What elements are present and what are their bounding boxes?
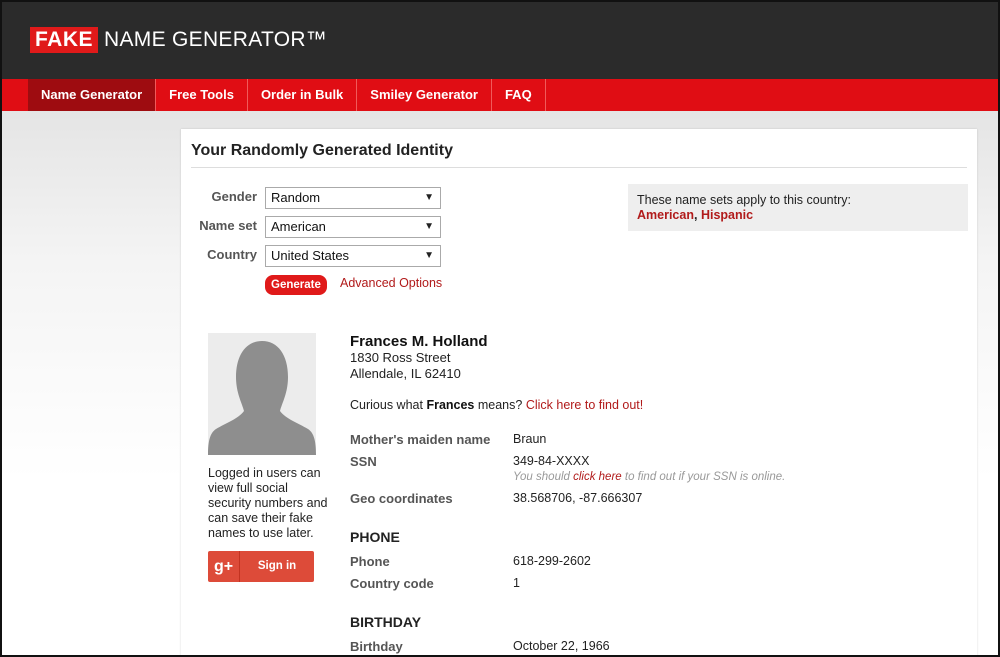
nameset-links: American, Hispanic [637,208,959,222]
country-code-label: Country code [350,576,434,591]
curious-prefix: Curious what [350,398,427,412]
nav-item-name-generator[interactable]: Name Generator [28,79,157,111]
phone-label: Phone [350,554,390,569]
content-panel: Your Randomly Generated Identity Gender … [181,129,977,657]
country-select-value: United States [271,248,350,263]
ssn-label: SSN [350,454,377,469]
nameset-separator: , [693,208,701,222]
phone-value: 618-299-2602 [513,554,591,568]
birthday-label: Birthday [350,639,403,654]
address-city: Allendale, IL 62410 [350,366,461,381]
nameset-select-value: American [271,219,326,234]
country-label: Country [207,247,257,262]
title-divider [191,167,967,168]
chevron-down-icon: ▼ [424,192,434,203]
identity-details: Frances M. Holland 1830 Ross Street Alle… [350,333,950,654]
geo-coordinates-link[interactable]: 38.568706, -87.666307 [513,491,642,505]
nav-item-order-in-bulk[interactable]: Order in Bulk [248,79,358,111]
ssn-note-prefix: You should [513,471,574,483]
name-meaning-line: Curious what Frances means? Click here t… [350,398,643,412]
ssn-value: 349-84-XXXX [513,454,590,468]
signin-label: Sign in [257,560,297,572]
page-title: Your Randomly Generated Identity [191,142,453,159]
nameset-link-hispanic[interactable]: Hispanic [701,208,753,222]
geo-label: Geo coordinates [350,491,453,506]
ssn-note-suffix: to find out if your SSN is online. [621,471,786,483]
identity-name: Frances M. Holland [350,333,488,350]
chevron-down-icon: ▼ [424,250,434,261]
country-code-value: 1 [513,576,520,590]
site-logo[interactable]: FAKE NAME GENERATOR™ [30,27,327,53]
main-nav: Name Generator Free Tools Order in Bulk … [28,79,546,111]
nav-item-free-tools[interactable]: Free Tools [156,79,248,111]
nameset-info-text: These name sets apply to this country: [637,193,851,207]
login-note: Logged in users can view full social sec… [208,466,328,540]
phone-section-heading: PHONE [350,529,400,545]
birthday-section-heading: BIRTHDAY [350,614,422,630]
nameset-label: Name set [199,218,257,233]
logo-fake-badge: FAKE [30,27,99,53]
maiden-name-value: Braun [513,432,547,446]
maiden-name-label: Mother's maiden name [350,432,491,447]
nameset-select[interactable]: American ▼ [265,216,441,238]
gender-select[interactable]: Random ▼ [265,187,441,209]
site-header: FAKE NAME GENERATOR™ [0,0,1000,79]
person-silhouette-icon [208,333,316,455]
ssn-note: You should click here to find out if you… [513,471,785,483]
advanced-options-link[interactable]: Advanced Options [340,276,442,290]
nameset-link-american[interactable]: American [637,208,694,222]
first-name: Frances [426,398,475,412]
chevron-down-icon: ▼ [424,221,434,232]
name-meaning-link[interactable]: Click here to find out! [526,398,643,412]
generate-button[interactable]: Generate [265,275,327,295]
ssn-check-link[interactable]: click here [573,471,622,483]
avatar [208,333,316,455]
curious-suffix: means? [474,398,526,412]
nav-item-faq[interactable]: FAQ [492,79,546,111]
gender-label: Gender [211,189,257,204]
address-street: 1830 Ross Street [350,350,451,365]
logo-text: NAME GENERATOR™ [104,28,328,51]
nav-item-smiley-generator[interactable]: Smiley Generator [357,79,492,111]
google-plus-signin-button[interactable]: g+ Sign in [208,551,314,582]
google-plus-icon: g+ [208,551,240,582]
gender-select-value: Random [271,190,321,205]
nameset-info-box: These name sets apply to this country: A… [628,184,968,231]
country-select[interactable]: United States ▼ [265,245,441,267]
main-nav-bar: Name Generator Free Tools Order in Bulk … [0,79,1000,111]
birthday-value: October 22, 1966 [513,639,610,653]
